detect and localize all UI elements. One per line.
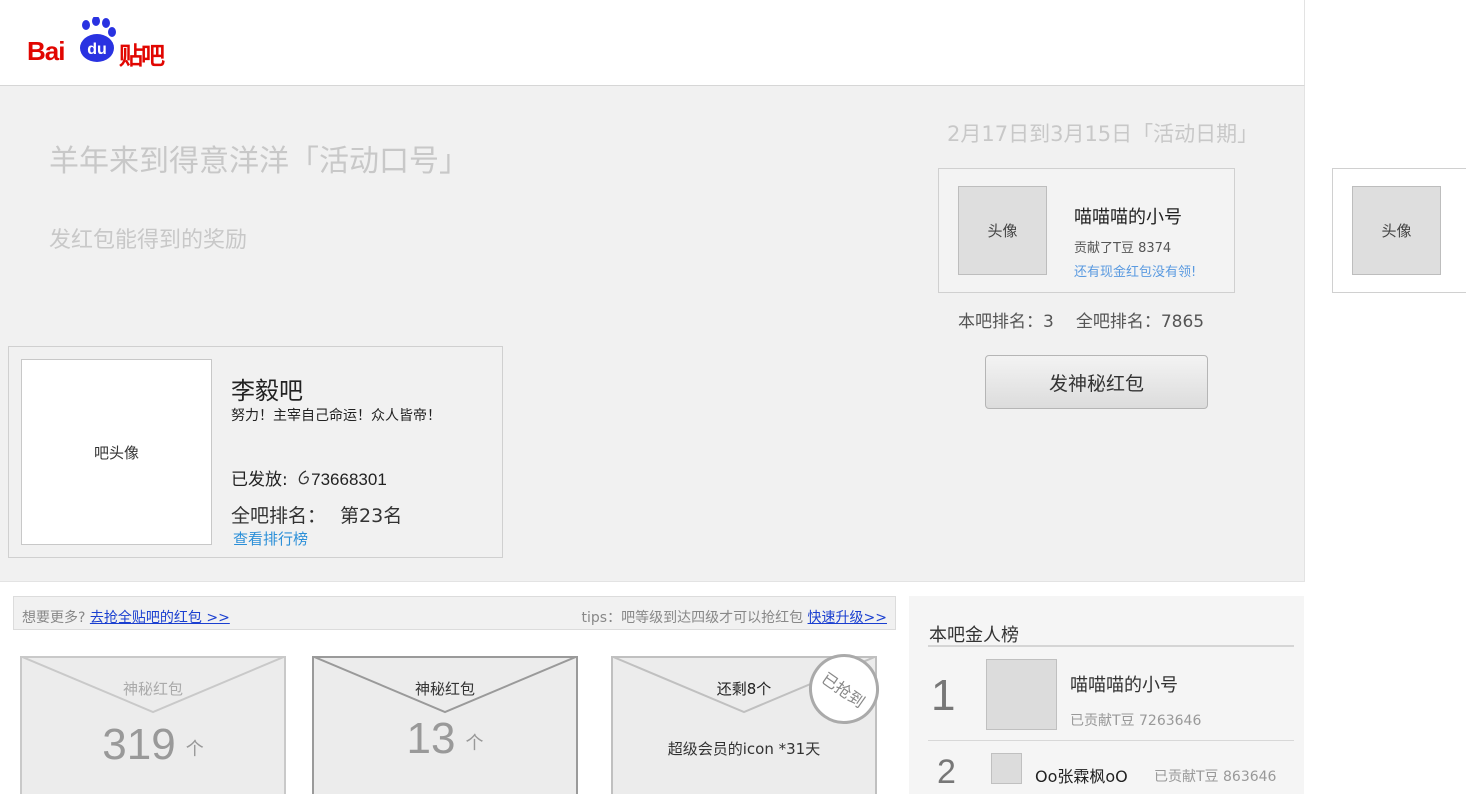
ba-global-rank: 全吧排名： 第23名 [231, 501, 402, 528]
activity-slogan: 羊年来到得意洋洋「活动口号」 [49, 144, 469, 179]
this-ba-rank: 本吧排名：3 [958, 312, 1054, 332]
leaderboard-contribution: 已贡献T豆 7263646 [1070, 713, 1202, 729]
grab-all-redpackets-link[interactable]: 去抢全贴吧的红包 >> [90, 610, 230, 626]
logo-text-du: du [87, 41, 107, 58]
ba-rank-value: 第23名 [340, 505, 403, 527]
leaderboard-contribution: 已贡献T豆 863646 [1154, 769, 1277, 785]
envelope-count-unit: 个 [465, 733, 484, 754]
envelope-count: 13 个 [314, 714, 576, 764]
tips-left: 想要更多? 去抢全贴吧的红包 >> [22, 607, 230, 627]
tips-bar: 想要更多? 去抢全贴吧的红包 >> tips：吧等级到达四级才可以抢红包 快速升… [13, 596, 896, 630]
released-value: 73668301 [311, 470, 387, 489]
leaderboard-avatar[interactable] [986, 659, 1057, 730]
baidu-tieba-logo[interactable]: Bai du 贴吧 [27, 17, 177, 70]
envelope-title: 神秘红包 [122, 680, 183, 698]
user-rank-line: 本吧排名：3 全吧排名：7865 [958, 307, 1204, 332]
view-leaderboard-link[interactable]: 查看排行榜 [233, 528, 308, 549]
envelope-count: 319 个 [22, 720, 284, 770]
user-card: 头像 喵喵喵的小号 贡献了T豆 8374 还有现金红包没有领! [938, 168, 1235, 293]
send-mystery-redpacket-button[interactable]: 发神秘红包 [985, 355, 1208, 409]
leaderboard-avatar[interactable] [991, 753, 1022, 784]
all-ba-rank: 全吧排名：7865 [1075, 312, 1205, 332]
envelope-count-value: 319 [102, 720, 176, 769]
leaderboard-rank: 2 [937, 753, 956, 791]
reward-description: 发红包能得到的奖励 [49, 228, 248, 253]
envelope-count-value: 13 [406, 714, 456, 763]
envelope-reward-desc: 超级会员的icon *31天 [667, 740, 821, 758]
quick-upgrade-link[interactable]: 快速升级>> [808, 610, 887, 626]
ba-released-amount: 已发放: 73668301 [231, 465, 387, 490]
released-label: 已发放: [231, 470, 288, 490]
ba-name[interactable]: 李毅吧 [231, 371, 303, 406]
gold-leaderboard: 本吧金人榜 1 喵喵喵的小号 已贡献T豆 7263646 2 Oo张霖枫oO 已… [909, 596, 1304, 794]
ba-avatar[interactable]: 吧头像 [21, 359, 212, 545]
ba-motto: 努力！主宰自己命运！众人皆帝！ [231, 408, 441, 424]
leaderboard-name[interactable]: Oo张霖枫oO [1035, 763, 1128, 787]
user-contribution: 贡献了T豆 8374 [1074, 241, 1172, 256]
leaderboard-row-divider [928, 740, 1294, 741]
tips-right: tips：吧等级到达四级才可以抢红包 快速升级>> [582, 607, 887, 627]
activity-date: 2月17日到3月15日「活动日期」 [947, 122, 1259, 146]
logo-text-bai: Bai [27, 36, 65, 66]
page-header: Bai du 贴吧 [0, 0, 1305, 86]
level-tip-text: tips：吧等级到达四级才可以抢红包 [581, 610, 804, 626]
side-user-avatar[interactable]: 头像 [1352, 186, 1441, 275]
leaderboard-rank: 1 [931, 671, 956, 720]
leaderboard-title: 本吧金人榜 [929, 625, 1019, 646]
envelope-count-unit: 个 [185, 739, 204, 760]
ba-rank-label: 全吧排名： [231, 505, 327, 527]
leaderboard-divider [928, 645, 1294, 647]
want-more-text: 想要更多? [22, 610, 86, 626]
tbean-icon [298, 470, 309, 485]
user-avatar[interactable]: 头像 [958, 186, 1047, 275]
redpacket-envelope[interactable]: 神秘红包 319 个 [20, 656, 286, 794]
unclaimed-cash-link[interactable]: 还有现金红包没有领! [1074, 261, 1196, 280]
paw-icon: du [80, 17, 116, 62]
leaderboard-name[interactable]: 喵喵喵的小号 [1070, 671, 1178, 697]
side-user-card: 头像 [1332, 168, 1466, 293]
logo-text-tieba: 贴吧 [119, 42, 165, 70]
redpacket-envelope[interactable]: 神秘红包 13 个 [312, 656, 578, 794]
user-name[interactable]: 喵喵喵的小号 [1074, 203, 1182, 229]
ba-info-card: 吧头像 李毅吧 努力！主宰自己命运！众人皆帝！ 已发放: 73668301 全吧… [8, 346, 503, 558]
envelope-title: 神秘红包 [414, 680, 475, 698]
